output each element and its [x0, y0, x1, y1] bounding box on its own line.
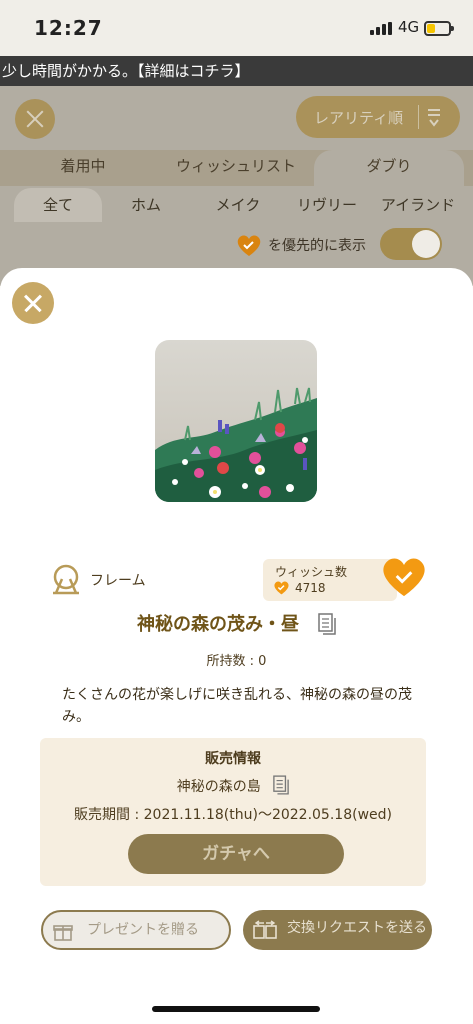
item-detail-modal: フレーム ウィッシュ数 4718 神秘の森の茂み・昼 所持数 : 0 たくさんの…: [0, 268, 473, 1024]
news-ticker[interactable]: 少し時間がかかる。【詳細はコチラ】: [0, 56, 473, 86]
item-title: 神秘の森の茂み・昼: [136, 614, 299, 635]
category-island[interactable]: アイランド: [372, 188, 464, 222]
item-type-label: フレーム: [90, 573, 146, 589]
wish-count: 4718: [295, 581, 326, 595]
status-bar: 12:27 4G: [0, 0, 473, 56]
document-icon[interactable]: [273, 775, 289, 799]
category-makeup[interactable]: メイク: [200, 188, 276, 222]
trade-label: 交換リクエストを送る: [287, 920, 427, 936]
sale-island: 神秘の森の島: [176, 779, 261, 795]
category-home[interactable]: ホム: [116, 188, 176, 222]
present-button[interactable]: プレゼントを贈る: [41, 910, 231, 950]
item-thumbnail: [155, 340, 317, 502]
sale-info: 販売情報 神秘の森の島 販売期間 : 2021.11.18(thu)〜2022.…: [40, 738, 426, 886]
sale-heading: 販売情報: [205, 751, 261, 767]
priority-label: を優先的に表示: [268, 238, 366, 254]
close-icon[interactable]: [12, 282, 54, 324]
sort-label: レアリティ順: [314, 109, 404, 127]
wish-count-box: ウィッシュ数 4718: [263, 559, 397, 601]
category-bar: 全て ホム メイク リヴリー アイランド: [0, 186, 473, 224]
tab-duplicates[interactable]: ダブり: [314, 150, 464, 186]
background-screen: レアリティ順 着用中 ウィッシュリスト ダブり 全て ホム メイク リヴリー ア…: [0, 86, 473, 286]
tab-wearing[interactable]: 着用中: [30, 150, 136, 186]
close-icon[interactable]: [15, 99, 55, 139]
frame-icon: [53, 564, 79, 595]
wishlist-heart-icon[interactable]: [380, 554, 428, 598]
owned-count: 所持数 : 0: [206, 654, 267, 669]
trade-request-button[interactable]: 交換リクエストを送る: [243, 910, 432, 950]
gift-icon: [53, 920, 73, 956]
sort-icon: [426, 107, 442, 131]
sale-period: 販売期間 : 2021.11.18(thu)〜2022.05.18(wed): [74, 807, 392, 823]
wish-label: ウィッシュ数: [275, 565, 348, 579]
item-type: フレーム: [50, 563, 146, 601]
network-label: 4G: [398, 18, 420, 36]
exchange-icon: [253, 918, 277, 954]
gacha-button[interactable]: ガチャへ: [128, 834, 344, 874]
present-label: プレゼントを贈る: [87, 922, 199, 938]
priority-toggle[interactable]: [380, 228, 442, 260]
status-time: 12:27: [34, 16, 103, 40]
category-livly[interactable]: リヴリー: [286, 188, 368, 222]
tab-wishlist[interactable]: ウィッシュリスト: [158, 150, 314, 186]
document-icon[interactable]: [318, 612, 336, 639]
item-description: たくさんの花が楽しげに咲き乱れる、神秘の森の昼の茂み。: [62, 687, 412, 725]
battery-icon: [424, 21, 454, 36]
heart-icon: [274, 581, 289, 595]
tab-bar: 着用中 ウィッシュリスト ダブり: [0, 150, 473, 186]
category-all[interactable]: 全て: [14, 188, 102, 222]
sale-island-row: 神秘の森の島: [40, 775, 426, 799]
heart-icon: [237, 235, 261, 256]
home-indicator[interactable]: [152, 1006, 320, 1012]
sort-button[interactable]: レアリティ順: [296, 96, 460, 138]
item-title-row: 神秘の森の茂み・昼: [0, 610, 473, 639]
